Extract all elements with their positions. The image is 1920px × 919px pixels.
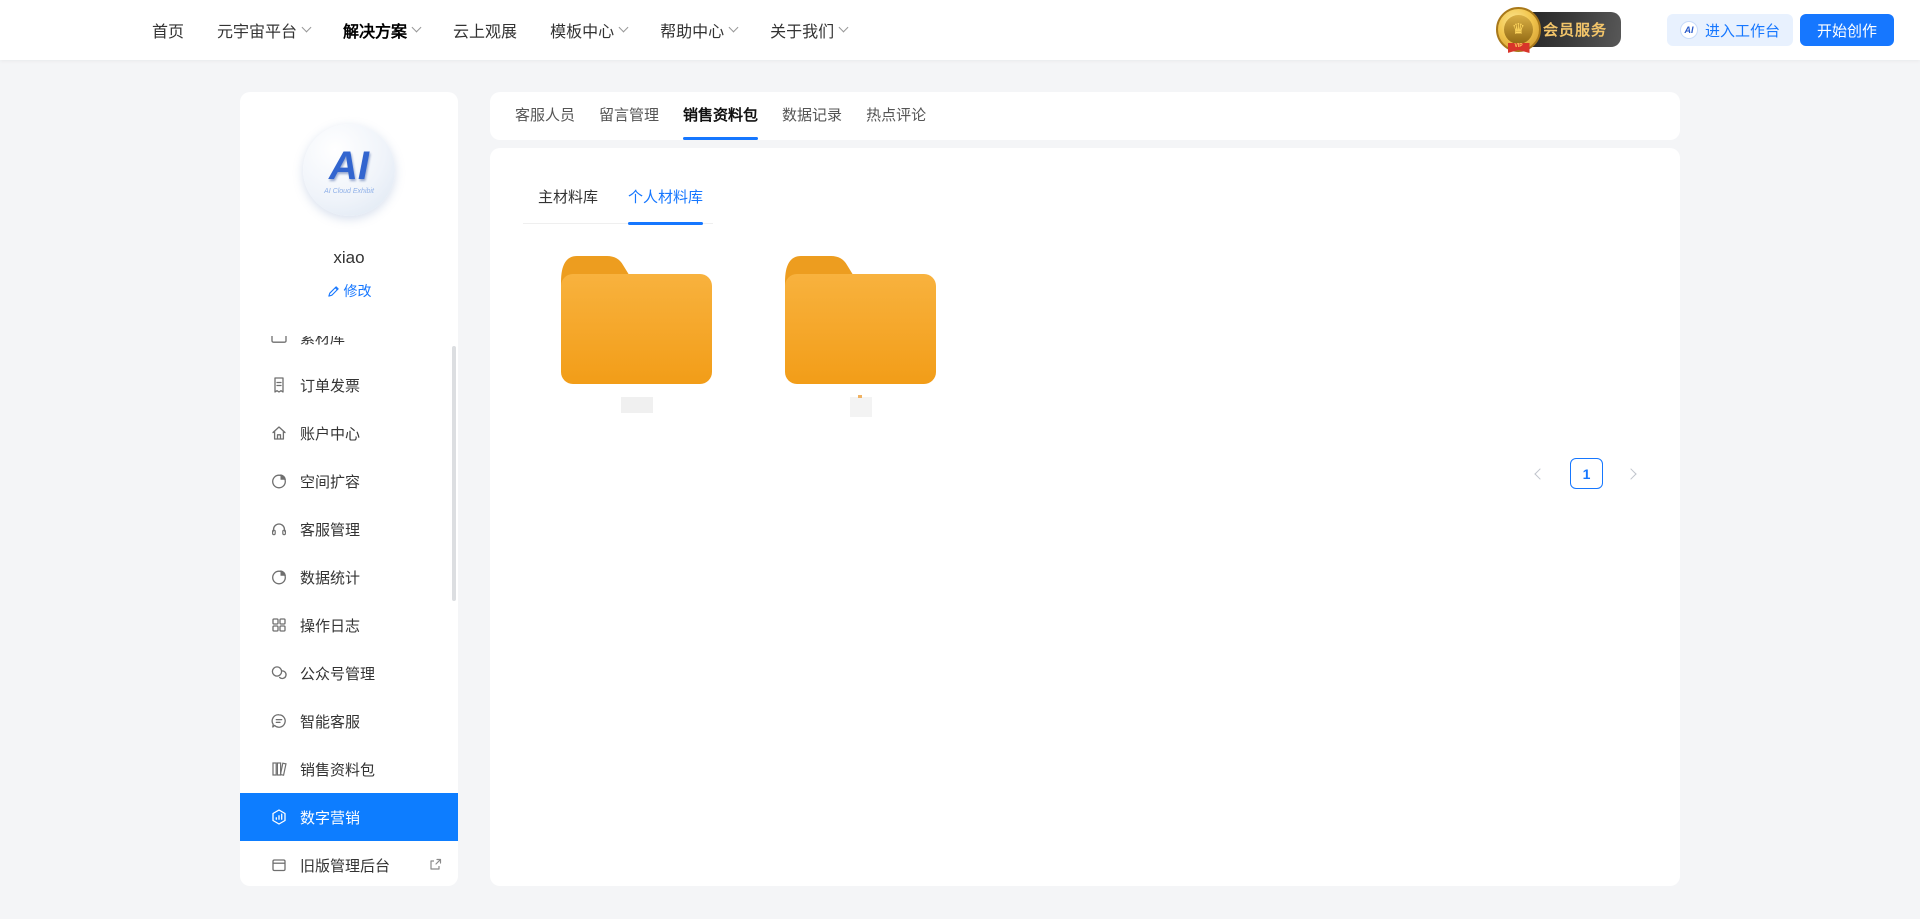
library-subtabs: 主材料库 个人材料库 (523, 186, 713, 224)
sidebar-item-label: 数据统计 (300, 567, 360, 588)
enter-workspace-button[interactable]: AI 进入工作台 (1667, 14, 1793, 46)
wechat-icon (270, 664, 288, 682)
subtab-personal-material-library[interactable]: 个人材料库 (628, 186, 703, 223)
grid-icon (270, 616, 288, 634)
sidebar-item-customer-service-management[interactable]: 客服管理 (240, 505, 458, 553)
sidebar-item-operation-log[interactable]: 操作日志 (240, 601, 458, 649)
content-panel: 主材料库 个人材料库 (490, 148, 1680, 886)
vip-ribbon: VIP (1508, 43, 1530, 53)
edit-label: 修改 (344, 281, 372, 301)
sidebar-item-official-account-management[interactable]: 公众号管理 (240, 649, 458, 697)
books-icon (270, 760, 288, 778)
sidebar-scrollbar-thumb[interactable] (452, 346, 456, 601)
pagination: 1 (1536, 458, 1637, 489)
invoice-icon (270, 376, 288, 394)
tab-sales-package[interactable]: 销售资料包 (683, 92, 758, 140)
sidebar-item-label: 数字营销 (300, 807, 360, 828)
sidebar-item-label: 订单发票 (300, 375, 360, 396)
sidebar-item-label: 客服管理 (300, 519, 360, 540)
nav-label: 解决方案 (343, 18, 407, 42)
main-nav: 首页 元宇宙平台 解决方案 云上观展 模板中心 帮助中心 关于我们 (152, 0, 847, 60)
folder-grid (551, 246, 946, 417)
sidebar-item-legacy-admin[interactable]: 旧版管理后台 (240, 841, 458, 886)
folder-icon (270, 336, 288, 346)
home-icon (270, 424, 288, 442)
external-link-icon (428, 858, 442, 872)
tab-message-management[interactable]: 留言管理 (599, 92, 659, 140)
nav-item-home[interactable]: 首页 (152, 18, 184, 42)
sidebar-item-label: 空间扩容 (300, 471, 360, 492)
sidebar-item-data-statistics[interactable]: 数据统计 (240, 553, 458, 601)
avatar[interactable]: AI AI Cloud Exhibit (303, 124, 395, 216)
top-navigation-bar: 首页 元宇宙平台 解决方案 云上观展 模板中心 帮助中心 关于我们 ♛ VIP (0, 0, 1920, 60)
enter-workspace-label: 进入工作台 (1705, 20, 1780, 41)
hexagon-icon (270, 808, 288, 826)
sidebar-item-label: 操作日志 (300, 615, 360, 636)
headset-icon (270, 520, 288, 538)
nav-item-template-center[interactable]: 模板中心 (550, 18, 627, 42)
folder-icon (775, 246, 946, 389)
pagination-prev-icon[interactable] (1536, 467, 1546, 481)
nav-label: 元宇宙平台 (217, 18, 297, 42)
nav-item-help-center[interactable]: 帮助中心 (660, 18, 737, 42)
chevron-down-icon (839, 23, 849, 33)
sidebar-item-space-expansion[interactable]: 空间扩容 (240, 457, 458, 505)
sidebar-item-label: 素材库 (300, 336, 345, 348)
nav-label: 帮助中心 (660, 18, 724, 42)
start-creating-button[interactable]: 开始创作 (1800, 14, 1894, 46)
sidebar-item-digital-marketing[interactable]: 数字营销 (240, 793, 458, 841)
nav-label: 模板中心 (550, 18, 614, 42)
subtab-main-material-library[interactable]: 主材料库 (538, 186, 598, 223)
folder-icon (551, 246, 722, 389)
sidebar-menu: 素材库 订单发票 账户中心 空间扩容 客服管理 (240, 336, 458, 886)
sidebar-item-label: 销售资料包 (300, 759, 375, 780)
sidebar: AI AI Cloud Exhibit xiao 修改 素材库 订单发票 账户中… (240, 92, 458, 886)
pie-chart-icon (270, 568, 288, 586)
pagination-page-1[interactable]: 1 (1570, 458, 1603, 489)
folder-item[interactable] (775, 246, 946, 417)
chevron-down-icon (729, 23, 739, 33)
pagination-next-icon[interactable] (1627, 467, 1637, 481)
sidebar-item-label: 公众号管理 (300, 663, 375, 684)
ai-logo-icon: AI (1680, 21, 1698, 39)
sidebar-item-account-center[interactable]: 账户中心 (240, 409, 458, 457)
start-creating-label: 开始创作 (1817, 23, 1877, 40)
avatar-ai-logo: AI (329, 146, 369, 186)
sidebar-item-sales-package[interactable]: 销售资料包 (240, 745, 458, 793)
vip-medal-icon: ♛ VIP (1496, 7, 1541, 52)
sidebar-item-order-invoice[interactable]: 订单发票 (240, 361, 458, 409)
sidebar-item-material-library[interactable]: 素材库 (240, 336, 458, 361)
sidebar-item-label: 旧版管理后台 (300, 855, 390, 876)
tab-customer-service-staff[interactable]: 客服人员 (515, 92, 575, 140)
username: xiao (240, 248, 458, 268)
pie-chart-icon (270, 472, 288, 490)
nav-item-metaverse-platform[interactable]: 元宇宙平台 (217, 18, 310, 42)
nav-label: 关于我们 (770, 18, 834, 42)
chevron-down-icon (302, 23, 312, 33)
nav-label: 首页 (152, 18, 184, 42)
chat-icon (270, 712, 288, 730)
window-icon (270, 856, 288, 874)
nav-item-solutions[interactable]: 解决方案 (343, 18, 420, 42)
main-tab-bar: 客服人员 留言管理 销售资料包 数据记录 热点评论 (490, 92, 1680, 140)
tab-data-records[interactable]: 数据记录 (782, 92, 842, 140)
chevron-down-icon (412, 23, 422, 33)
pencil-icon (327, 285, 340, 298)
avatar-logo-subtext: AI Cloud Exhibit (324, 188, 374, 195)
vip-service-button[interactable]: ♛ VIP 会员服务 (1505, 12, 1621, 47)
crown-icon: ♛ (1504, 15, 1533, 44)
sidebar-item-label: 智能客服 (300, 711, 360, 732)
folder-label (850, 397, 872, 417)
sidebar-item-smart-customer-service[interactable]: 智能客服 (240, 697, 458, 745)
chevron-down-icon (619, 23, 629, 33)
tab-hot-comments[interactable]: 热点评论 (866, 92, 926, 140)
folder-item[interactable] (551, 246, 722, 417)
edit-profile-link[interactable]: 修改 (240, 281, 458, 301)
sidebar-item-label: 账户中心 (300, 423, 360, 444)
vip-service-label: 会员服务 (1543, 19, 1607, 40)
nav-label: 云上观展 (453, 18, 517, 42)
nav-item-about-us[interactable]: 关于我们 (770, 18, 847, 42)
folder-label (621, 397, 653, 413)
nav-item-cloud-exhibition[interactable]: 云上观展 (453, 18, 517, 42)
